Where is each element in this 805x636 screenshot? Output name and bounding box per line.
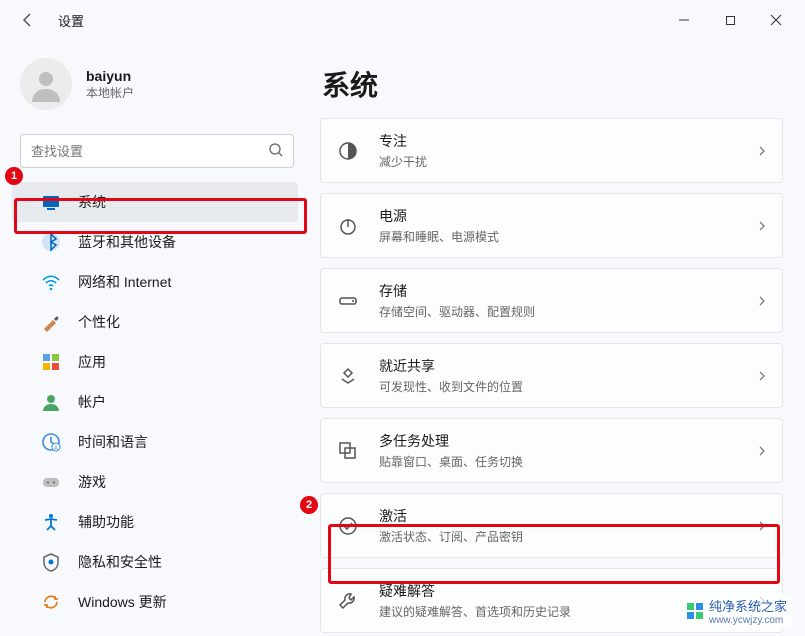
- sidebar-item-label: 隐私和安全性: [78, 552, 162, 572]
- sidebar-item-accounts[interactable]: 帐户: [12, 382, 298, 422]
- chevron-right-icon: [756, 295, 768, 307]
- card-storage[interactable]: 存储存储空间、驱动器、配置规则: [320, 268, 783, 333]
- card-title: 存储: [379, 281, 756, 301]
- chevron-right-icon: [756, 520, 768, 532]
- system-icon: [40, 191, 62, 213]
- accessibility-icon: [40, 511, 62, 533]
- person-icon: [28, 66, 64, 102]
- activation-icon: [335, 513, 361, 539]
- search-icon: [268, 142, 284, 158]
- card-title: 多任务处理: [379, 431, 756, 451]
- personalize-icon: [40, 311, 62, 333]
- card-subtitle: 可发现性、收到文件的位置: [379, 378, 756, 395]
- logo-icon: [687, 603, 703, 619]
- time-icon: A: [40, 431, 62, 453]
- sidebar-item-label: 网络和 Internet: [78, 272, 171, 292]
- arrow-left-icon: [20, 12, 36, 28]
- nearby-icon: [335, 363, 361, 389]
- focus-icon: [335, 138, 361, 164]
- sidebar-item-update[interactable]: Windows 更新: [12, 582, 298, 622]
- sidebar-item-label: Windows 更新: [78, 592, 167, 612]
- minimize-icon: [678, 14, 690, 26]
- sidebar-item-label: 蓝牙和其他设备: [78, 232, 176, 252]
- highlight-badge-1: 1: [5, 167, 23, 185]
- update-icon: [40, 591, 62, 613]
- sidebar-item-accessibility[interactable]: 辅助功能: [12, 502, 298, 542]
- chevron-right-icon: [756, 445, 768, 457]
- back-button[interactable]: [12, 4, 44, 36]
- card-title: 就近共享: [379, 356, 756, 376]
- watermark-url: www.ycwjzy.com: [709, 615, 787, 626]
- avatar: [20, 58, 72, 110]
- sidebar-item-gaming[interactable]: 游戏: [12, 462, 298, 502]
- card-subtitle: 贴靠窗口、桌面、任务切换: [379, 453, 756, 470]
- close-button[interactable]: [753, 4, 799, 36]
- card-subtitle: 存储空间、驱动器、配置规则: [379, 303, 756, 320]
- sidebar-item-label: 帐户: [78, 392, 106, 412]
- card-title: 激活: [379, 506, 756, 526]
- svg-text:A: A: [54, 446, 58, 452]
- sidebar-item-label: 应用: [78, 352, 106, 372]
- user-block[interactable]: baiyun 本地帐户: [0, 50, 310, 128]
- privacy-icon: [40, 551, 62, 573]
- sidebar-item-network[interactable]: 网络和 Internet: [12, 262, 298, 302]
- gaming-icon: [40, 471, 62, 493]
- close-icon: [770, 14, 782, 26]
- sidebar-item-system[interactable]: 系统: [12, 182, 298, 222]
- network-icon: [40, 271, 62, 293]
- sidebar-item-label: 时间和语言: [78, 432, 148, 452]
- card-activation[interactable]: 激活激活状态、订阅、产品密钥: [320, 493, 783, 558]
- card-subtitle: 激活状态、订阅、产品密钥: [379, 528, 756, 545]
- search-input[interactable]: [20, 134, 294, 168]
- page-title: 系统: [322, 64, 783, 104]
- card-focus[interactable]: 专注减少干扰: [320, 118, 783, 183]
- multitask-icon: [335, 438, 361, 464]
- card-power[interactable]: 电源屏幕和睡眠、电源模式: [320, 193, 783, 258]
- sidebar-item-bluetooth[interactable]: 蓝牙和其他设备: [12, 222, 298, 262]
- apps-icon: [40, 351, 62, 373]
- card-nearby[interactable]: 就近共享可发现性、收到文件的位置: [320, 343, 783, 408]
- watermark: 纯净系统之家 www.ycwjzy.com: [681, 594, 793, 628]
- sidebar-item-apps[interactable]: 应用: [12, 342, 298, 382]
- accounts-icon: [40, 391, 62, 413]
- chevron-right-icon: [756, 220, 768, 232]
- sidebar-item-time[interactable]: A 时间和语言: [12, 422, 298, 462]
- chevron-right-icon: [756, 370, 768, 382]
- maximize-button[interactable]: [707, 4, 753, 36]
- sidebar-item-label: 系统: [78, 192, 106, 212]
- troubleshoot-icon: [335, 588, 361, 614]
- sidebar-item-label: 个性化: [78, 312, 120, 332]
- sidebar-item-label: 游戏: [78, 472, 106, 492]
- storage-icon: [335, 288, 361, 314]
- card-multitask[interactable]: 多任务处理贴靠窗口、桌面、任务切换: [320, 418, 783, 483]
- card-title: 电源: [379, 206, 756, 226]
- card-subtitle: 减少干扰: [379, 153, 756, 170]
- sidebar-item-personalize[interactable]: 个性化: [12, 302, 298, 342]
- window-title: 设置: [58, 11, 84, 30]
- watermark-brand: 纯净系统之家: [709, 596, 787, 615]
- card-subtitle: 屏幕和睡眠、电源模式: [379, 228, 756, 245]
- highlight-badge-2: 2: [300, 496, 318, 514]
- card-title: 专注: [379, 131, 756, 151]
- bluetooth-icon: [40, 231, 62, 253]
- sidebar-item-privacy[interactable]: 隐私和安全性: [12, 542, 298, 582]
- user-type: 本地帐户: [86, 84, 134, 101]
- power-icon: [335, 213, 361, 239]
- chevron-right-icon: [756, 145, 768, 157]
- minimize-button[interactable]: [661, 4, 707, 36]
- maximize-icon: [725, 15, 736, 26]
- sidebar-item-label: 辅助功能: [78, 512, 134, 532]
- user-name: baiyun: [86, 68, 134, 84]
